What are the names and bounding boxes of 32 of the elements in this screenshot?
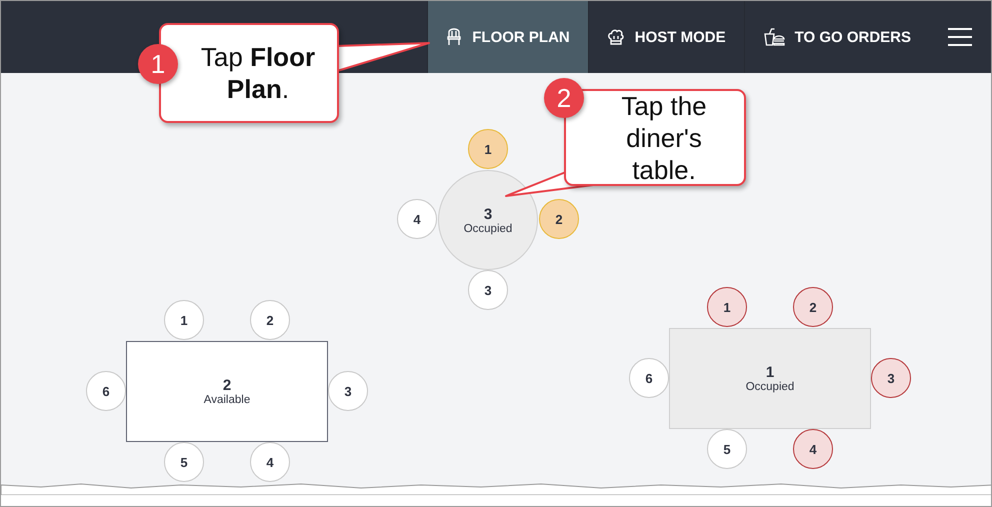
seat[interactable]: 3 [328,371,368,411]
menu-icon[interactable] [948,27,972,47]
seat[interactable]: 1 [707,287,747,327]
seat[interactable]: 6 [86,371,126,411]
chair-icon [446,28,462,46]
seat[interactable]: 3 [468,270,508,310]
seat[interactable]: 6 [629,358,669,398]
seat[interactable]: 5 [164,442,204,482]
seat[interactable]: 2 [250,300,290,340]
nav-tab[interactable]: FLOOR PLAN [427,1,588,73]
dining-table[interactable]: 3 Occupied [438,170,538,270]
table-status: Available [204,394,250,406]
table-number: 1 [766,364,774,380]
drink-burger-icon [762,28,785,46]
seat[interactable]: 1 [164,300,204,340]
seat[interactable]: 4 [250,442,290,482]
chef-hat-icon [606,28,625,46]
seat[interactable]: 3 [871,358,911,398]
seat[interactable]: 5 [707,429,747,469]
callout-text: Tap Floor Plan. [200,41,316,105]
seat[interactable]: 2 [793,287,833,327]
seat[interactable]: 4 [397,199,437,239]
seat[interactable]: 1 [468,129,508,169]
table-status: Occupied [746,380,794,392]
seat[interactable]: 2 [539,199,579,239]
dining-table[interactable]: 2 Available [126,340,328,442]
dining-table[interactable]: 1 Occupied [669,328,871,428]
seat[interactable]: 4 [793,429,833,469]
table-status: Occupied [464,222,512,234]
table-number: 3 [484,206,492,222]
callout-text: Tap the diner's table. [620,90,708,186]
table-number: 2 [222,376,232,394]
